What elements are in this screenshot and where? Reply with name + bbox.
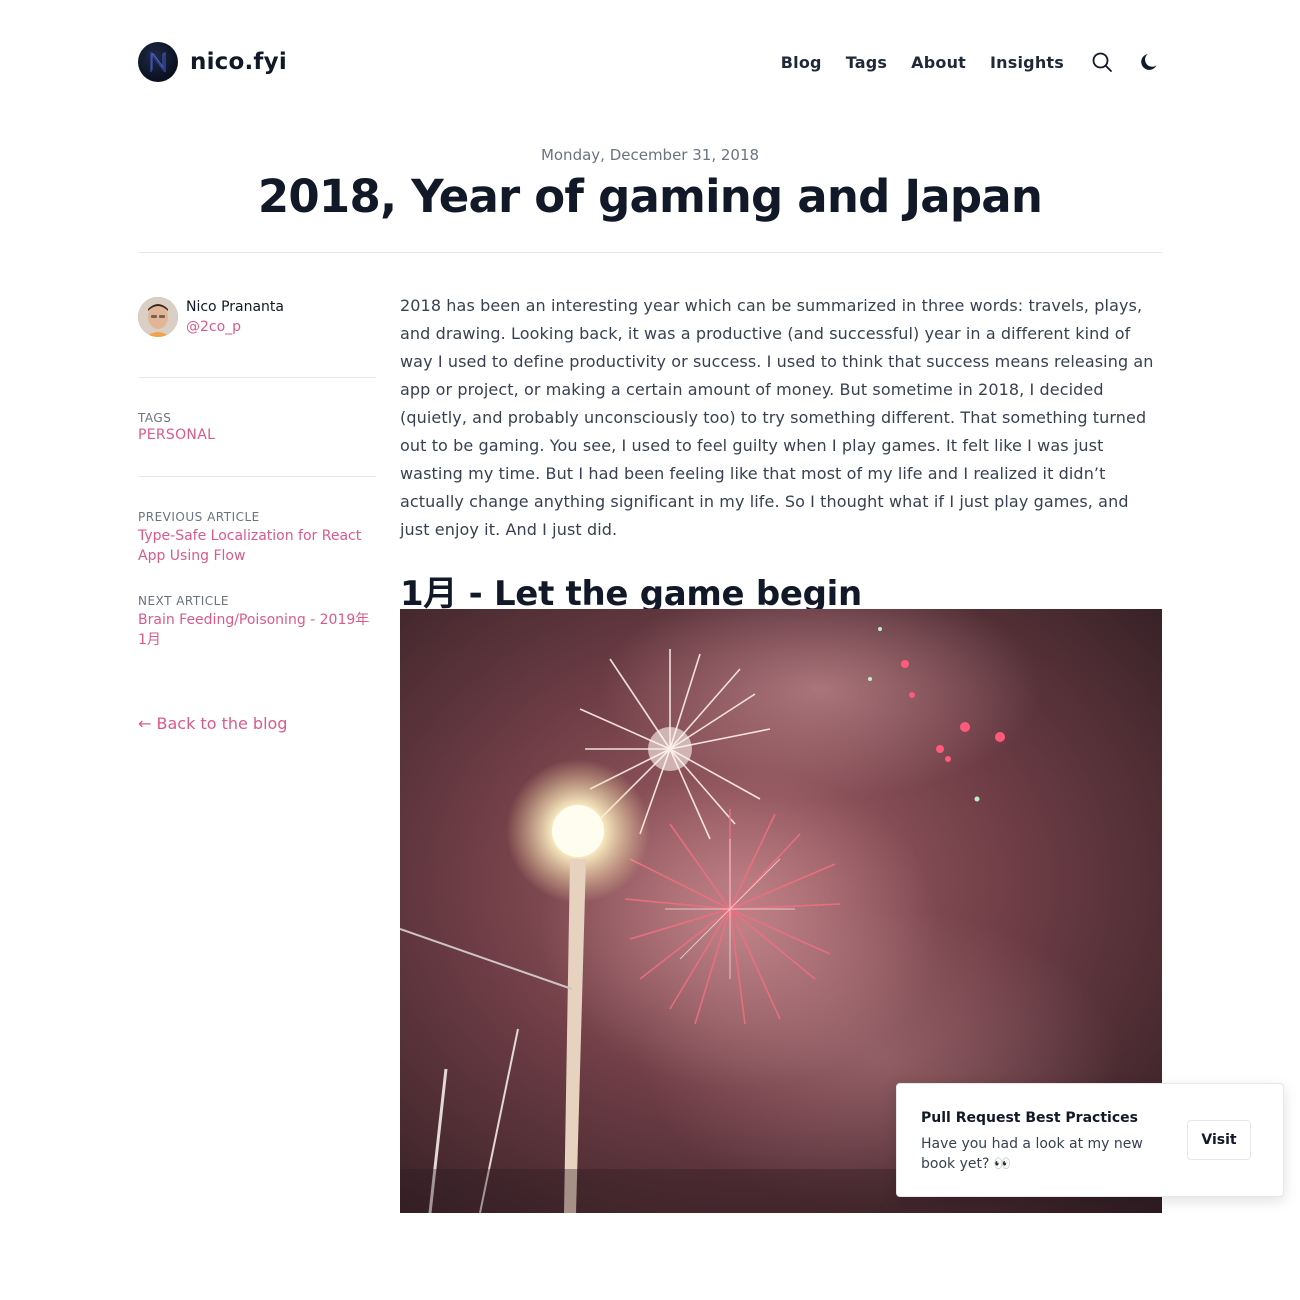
post-title: 2018, Year of gaming and Japan — [257, 170, 1043, 223]
toast-body: Have you had a look at my new book yet? … — [921, 1136, 1143, 1172]
toast-title: Pull Request Best Practices — [921, 1110, 1138, 1126]
title-divider — [138, 252, 1162, 253]
intro-paragraph: 2018 has been an interesting year which … — [400, 296, 1154, 539]
tags-section: TAGS PERSONAL — [138, 411, 376, 443]
tags-label: TAGS — [138, 411, 172, 425]
section-heading: 1月 - Let the game begin — [400, 574, 862, 614]
previous-article-label: PREVIOUS ARTICLE — [138, 510, 260, 524]
brand-name: nico.fyi — [190, 49, 287, 75]
previous-article-link[interactable]: Type-Safe Localization for React App Usi… — [138, 526, 376, 566]
nico-logo-icon — [138, 42, 178, 82]
book-promo-toast: Pull Request Best Practices Have you had… — [896, 1083, 1284, 1197]
next-article-label: NEXT ARTICLE — [138, 594, 229, 608]
next-article-link[interactable]: Brain Feeding/Poisoning - 2019年1月 — [138, 610, 376, 650]
previous-article-section: PREVIOUS ARTICLE Type-Safe Localization … — [138, 510, 376, 566]
moon-icon[interactable] — [1138, 50, 1162, 74]
author-avatar — [138, 297, 178, 337]
next-article-section: NEXT ARTICLE Brain Feeding/Poisoning - 2… — [138, 594, 376, 650]
tag-link-personal[interactable]: PERSONAL — [138, 427, 376, 443]
author-handle-link[interactable]: @2co_p — [186, 317, 284, 337]
brand-link[interactable]: nico.fyi — [138, 42, 287, 82]
nav-about[interactable]: About — [911, 53, 966, 72]
post-date: Monday, December 31, 2018 — [540, 146, 760, 164]
back-to-blog-link[interactable]: ← Back to the blog — [138, 714, 376, 733]
sidebar-divider — [138, 476, 376, 477]
nav-blog[interactable]: Blog — [781, 53, 822, 72]
main-nav: Blog Tags About Insights — [781, 50, 1162, 74]
author-name: Nico Prananta — [186, 299, 284, 315]
site-header: nico.fyi Blog Tags About Insights — [138, 40, 1162, 84]
page: nico.fyi Blog Tags About Insights Monday… — [0, 0, 1300, 1300]
sidebar-divider — [138, 377, 376, 378]
nav-tags[interactable]: Tags — [846, 53, 887, 72]
article-body: 2018 has been an interesting year which … — [400, 292, 1162, 615]
post-sidebar: Nico Prananta @2co_p TAGS PERSONAL PREVI… — [138, 296, 376, 733]
author-card: Nico Prananta @2co_p — [138, 296, 376, 338]
author-meta: Nico Prananta @2co_p — [186, 297, 284, 337]
search-icon[interactable] — [1090, 50, 1114, 74]
visit-button[interactable]: Visit — [1187, 1120, 1251, 1160]
nav-insights[interactable]: Insights — [990, 53, 1064, 72]
